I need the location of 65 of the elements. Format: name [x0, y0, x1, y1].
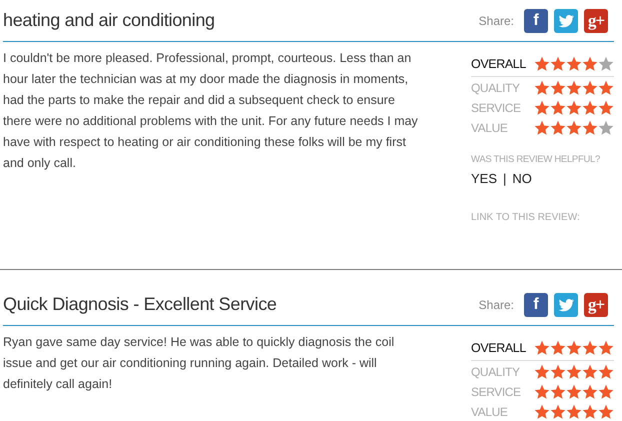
no-link[interactable]: NO — [512, 171, 532, 186]
review-text: I couldn't be more pleased. Professional, prompt, courteous. Less than an hour later the technician was at my door made the diagnosis in moments, had the parts to make the repair and did a subsequent check to ensure there were no additional problems with the unit. For any future needs I may have with respect to heating or air conditioning these folks will be my first and only call. — [3, 50, 419, 172]
star-icon — [598, 404, 614, 420]
rating-label: QUALITY — [471, 81, 520, 95]
separator: | — [503, 171, 506, 186]
star-icon — [582, 364, 598, 380]
star-icon — [582, 384, 598, 400]
star-icon — [534, 364, 550, 380]
star-icon — [598, 56, 614, 72]
star-icon — [582, 404, 598, 420]
review-title: heating and air conditioning — [3, 10, 215, 31]
star-icon — [566, 56, 582, 72]
star-icon — [534, 340, 550, 356]
star-icon — [566, 80, 582, 96]
google-plus-share-button[interactable]: g+ — [584, 292, 608, 316]
rating-label: OVERALL — [471, 341, 526, 355]
rating-label: SERVICE — [471, 101, 521, 115]
star-icon — [598, 384, 614, 400]
star-icon — [550, 120, 566, 136]
star-icon — [582, 56, 598, 72]
star-icon — [550, 340, 566, 356]
facebook-share-button[interactable]: f — [524, 8, 548, 32]
star-icon — [598, 120, 614, 136]
helpful-prompt: WAS THIS REVIEW HELPFUL? — [471, 154, 601, 165]
link-label: LINK TO THIS REVIEW: — [471, 212, 581, 223]
star-icon — [582, 80, 598, 96]
star-icon — [566, 120, 582, 136]
star-icon — [534, 100, 550, 116]
star-icon — [534, 404, 550, 420]
star-icon — [534, 56, 550, 72]
review-text: Ryan gave same day service! He was able to quickly diagnosis the coil issue and get our air conditioning running again. Detailed work - will definitely call again! — [3, 334, 396, 393]
star-icon — [550, 384, 566, 400]
twitter-share-button[interactable] — [554, 292, 578, 316]
rating-label: OVERALL — [471, 57, 526, 71]
rating-label: VALUE — [471, 405, 508, 419]
star-icon — [566, 404, 582, 420]
star-icon — [582, 120, 598, 136]
facebook-share-button[interactable]: f — [524, 292, 548, 316]
star-icon — [582, 340, 598, 356]
star-icon — [566, 384, 582, 400]
google-plus-share-button[interactable]: g+ — [584, 8, 608, 32]
star-icon — [550, 56, 566, 72]
star-icon — [534, 120, 550, 136]
rating-label: VALUE — [471, 121, 508, 135]
star-icon — [550, 80, 566, 96]
share-label: Share: — [478, 298, 514, 312]
star-icon — [582, 100, 598, 116]
star-icon — [550, 364, 566, 380]
star-icon — [598, 364, 614, 380]
rating-label: QUALITY — [471, 365, 520, 379]
star-icon — [566, 100, 582, 116]
star-icon — [534, 384, 550, 400]
star-icon — [550, 404, 566, 420]
yes-link[interactable]: YES — [471, 171, 498, 186]
star-icon — [566, 340, 582, 356]
star-icon — [534, 80, 550, 96]
star-icon — [598, 80, 614, 96]
star-icon — [598, 100, 614, 116]
review-title: Quick Diagnosis - Excellent Service — [3, 294, 277, 315]
rating-label: SERVICE — [471, 385, 521, 399]
share-label: Share: — [478, 14, 514, 28]
star-icon — [550, 100, 566, 116]
twitter-share-button[interactable] — [554, 8, 578, 32]
star-icon — [598, 340, 614, 356]
star-icon — [566, 364, 582, 380]
